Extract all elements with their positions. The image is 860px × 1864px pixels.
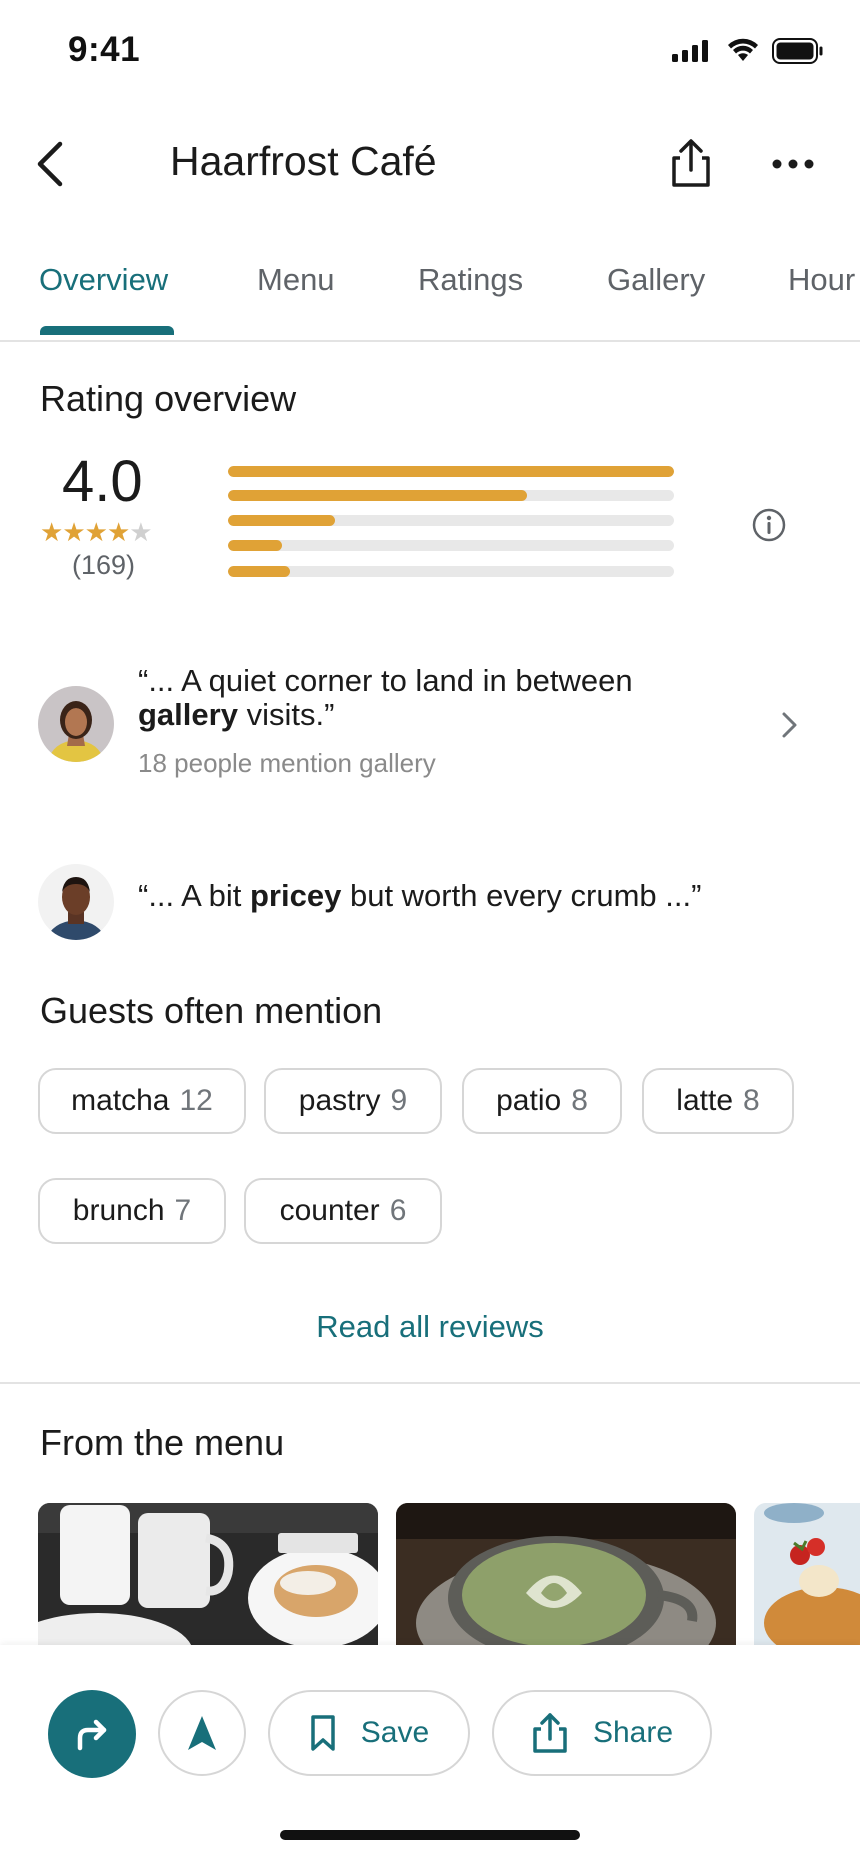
star-rating: ★★★★★: [40, 517, 153, 548]
mention-count: 18 people mention gallery: [138, 748, 436, 778]
chevron-left-icon: [37, 141, 63, 187]
rating-bar-fill: [228, 515, 336, 526]
star-icon: ★: [129, 517, 152, 547]
active-tab-indicator: [40, 326, 174, 335]
mention-chip-latte[interactable]: latte 8: [642, 1068, 794, 1134]
quote-text: but worth every crumb ...”: [341, 878, 702, 913]
share-icon: [672, 139, 710, 187]
rating-bar-1: [228, 566, 674, 577]
rating-bar-4: [228, 490, 674, 501]
star-icon: ★: [40, 517, 63, 547]
chip-count: 8: [743, 1084, 760, 1117]
rating-bar-fill: [228, 566, 291, 577]
chip-count: 7: [174, 1194, 192, 1227]
start-navigation-button[interactable]: [158, 1690, 246, 1776]
menu-photo-coffee-pastry[interactable]: [38, 1503, 378, 1645]
battery-icon: [772, 38, 824, 69]
quote-text: “... A bit: [138, 878, 250, 913]
avatar: [38, 864, 114, 940]
page-title: Haarfrost Café: [170, 138, 437, 184]
share-button[interactable]: Share: [492, 1690, 712, 1776]
star-icon: ★: [106, 517, 130, 547]
header-share-button[interactable]: [668, 138, 714, 190]
chip-label: latte: [676, 1084, 734, 1117]
chip-count: 9: [390, 1084, 408, 1117]
mention-chip-matcha[interactable]: matcha 12: [38, 1068, 246, 1134]
star-icon: ★: [84, 517, 108, 547]
quote-highlight: gallery: [138, 697, 238, 732]
read-all-reviews-link[interactable]: Read all reviews: [0, 1309, 860, 1345]
tabs-divider: [0, 340, 860, 342]
menu-photo-matcha-latte[interactable]: [396, 1503, 736, 1645]
chevron-right-icon: [780, 710, 800, 745]
info-icon: [752, 508, 786, 542]
review-quote: “... A quiet corner to land in between g…: [138, 664, 738, 732]
quote-highlight: pricey: [250, 878, 342, 913]
mention-chip-pastry[interactable]: pastry 9: [264, 1068, 442, 1134]
quote-text: “... A quiet corner to land in between: [138, 663, 633, 698]
save-button[interactable]: Save: [268, 1690, 470, 1776]
rating-overview-title: Rating overview: [40, 378, 297, 419]
tab-hours[interactable]: Hour: [788, 262, 855, 298]
turn-right-arrow-icon: [77, 1719, 107, 1751]
tab-ratings[interactable]: Ratings: [418, 262, 523, 298]
rating-bar-3: [228, 515, 674, 526]
rating-bar-2: [228, 540, 674, 551]
rating-bar-5: [228, 466, 674, 477]
menu-section-title: From the menu: [40, 1422, 285, 1463]
back-button[interactable]: [30, 138, 74, 190]
chip-count: 8: [571, 1084, 588, 1117]
tab-menu[interactable]: Menu: [257, 262, 335, 298]
chip-label: matcha: [71, 1084, 170, 1117]
rating-bar-fill: [228, 466, 674, 477]
cellular-signal-icon: [672, 40, 710, 67]
chip-count: 12: [179, 1084, 213, 1117]
star-icon: ★: [62, 517, 85, 547]
more-horizontal-icon: [772, 159, 814, 169]
chip-label: patio: [496, 1084, 562, 1117]
mention-chip-brunch[interactable]: brunch 7: [38, 1178, 226, 1244]
avatar: [38, 686, 114, 762]
mention-chip-counter[interactable]: counter 6: [244, 1178, 442, 1244]
menu-photo-berry-pastry[interactable]: [754, 1503, 860, 1645]
rating-bar-fill: [228, 540, 282, 551]
quote-text: visits.”: [237, 697, 335, 732]
mention-chip-patio[interactable]: patio 8: [462, 1068, 622, 1134]
tab-overview[interactable]: Overview: [39, 262, 168, 298]
chip-label: pastry: [298, 1084, 381, 1117]
save-label: Save: [360, 1716, 430, 1749]
section-divider: [0, 1382, 860, 1384]
rating-info-button[interactable]: [752, 508, 786, 542]
wifi-icon: [727, 38, 759, 67]
rating-score: 4.0: [62, 449, 143, 514]
share-label: Share: [592, 1716, 674, 1749]
share-icon: [533, 1713, 567, 1753]
status-time: 9:41: [68, 30, 141, 69]
home-indicator: [280, 1830, 580, 1840]
chip-label: brunch: [72, 1194, 165, 1227]
review-quote: “... A bit pricey but worth every crumb …: [138, 878, 701, 914]
directions-button[interactable]: [48, 1690, 136, 1778]
chip-label: counter: [279, 1194, 380, 1227]
chip-count: 6: [389, 1194, 407, 1227]
bookmark-icon: [311, 1715, 335, 1751]
rating-count: (169): [72, 550, 136, 580]
tab-gallery[interactable]: Gallery: [607, 262, 705, 298]
mentions-title: Guests often mention: [40, 990, 383, 1031]
rating-bar-fill: [228, 490, 527, 501]
more-options-button[interactable]: [770, 156, 816, 172]
navigation-arrow-icon: [188, 1716, 216, 1750]
